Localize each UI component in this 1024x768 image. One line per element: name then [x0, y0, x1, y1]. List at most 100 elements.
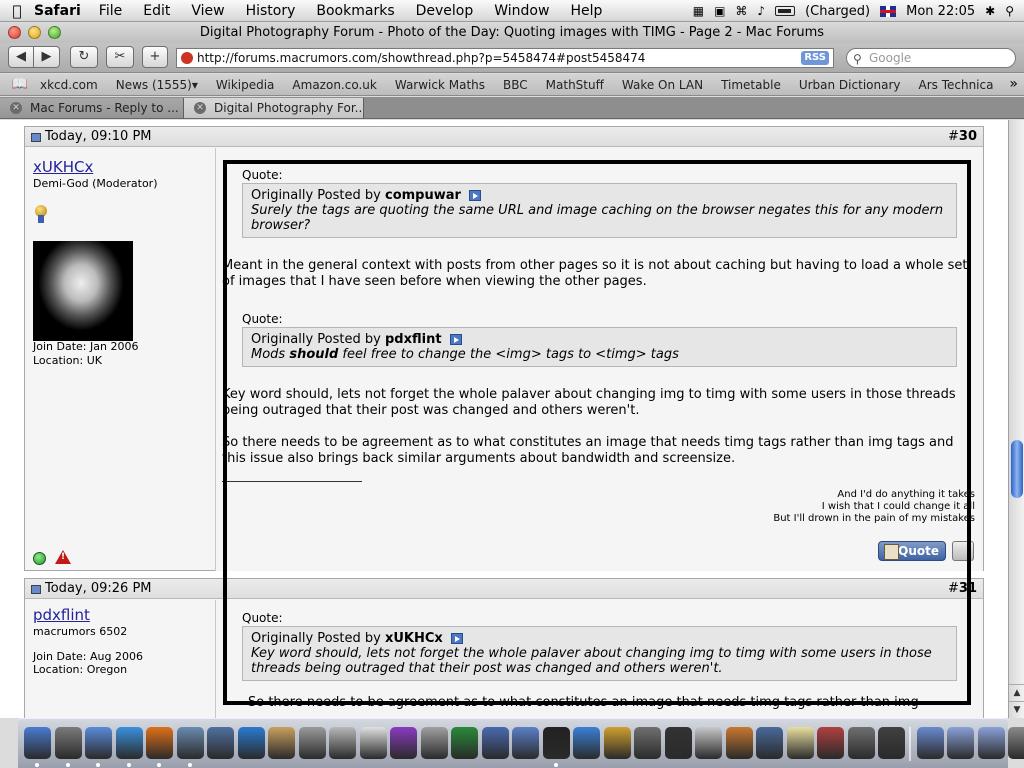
- zoom-window-button[interactable]: [48, 26, 61, 39]
- wifi-icon[interactable]: ⌘: [735, 4, 747, 18]
- network-icon[interactable]: [756, 727, 783, 759]
- vertical-scrollbar[interactable]: ▲ ▼: [1008, 120, 1024, 718]
- menu-help[interactable]: Help: [570, 3, 602, 19]
- rss-button[interactable]: RSS: [801, 51, 829, 65]
- bookmark-mathstuff[interactable]: MathStuff: [546, 78, 604, 92]
- multi-quote-button[interactable]: [952, 541, 974, 561]
- reload-button[interactable]: ↻: [70, 46, 98, 68]
- iphoto-icon[interactable]: [207, 727, 234, 759]
- bookmark-timetable[interactable]: Timetable: [721, 78, 781, 92]
- quote-button[interactable]: Quote: [878, 541, 946, 561]
- display-icon[interactable]: ▣: [714, 4, 725, 18]
- itunes-purple-icon[interactable]: [390, 727, 417, 759]
- close-tab-icon[interactable]: ✕: [10, 102, 22, 114]
- menu-history[interactable]: History: [246, 3, 296, 19]
- finder-icon[interactable]: [24, 727, 51, 767]
- latex-icon[interactable]: [329, 727, 356, 759]
- ical-icon[interactable]: [359, 727, 387, 759]
- scroll-down-arrow-icon[interactable]: ▼: [1009, 701, 1024, 718]
- close-window-button[interactable]: [8, 26, 21, 39]
- address-url[interactable]: http://forums.macrumors.com/showthread.p…: [197, 51, 645, 65]
- lock-icon[interactable]: [878, 727, 905, 759]
- menu-clock[interactable]: Mon 22:05: [906, 4, 975, 19]
- stuffit-icon[interactable]: [817, 727, 844, 759]
- menu-develop[interactable]: Develop: [416, 3, 474, 19]
- view-post-arrow-icon[interactable]: [450, 633, 463, 644]
- menu-bookmarks[interactable]: Bookmarks: [316, 3, 394, 19]
- firefox-icon[interactable]: [146, 727, 173, 767]
- apple-menu-icon[interactable]: : [0, 2, 34, 20]
- bookmark-bbc[interactable]: BBC: [503, 78, 528, 92]
- chart-icon[interactable]: [512, 727, 539, 759]
- bookmark-wake-on-lan[interactable]: Wake On LAN: [622, 78, 703, 92]
- more-bookmarks-chevron-icon[interactable]: »: [1009, 76, 1018, 92]
- sticky-icon[interactable]: [786, 727, 814, 759]
- xcode-icon[interactable]: [481, 727, 509, 759]
- memory-monitor-icon[interactable]: ▦: [693, 4, 704, 18]
- username-link[interactable]: pdxflint: [33, 606, 215, 624]
- scroll-up-arrow-icon[interactable]: ▲: [1009, 684, 1024, 701]
- volume-icon[interactable]: ♪: [757, 4, 765, 18]
- join-date: Join Date: Aug 2006: [33, 650, 143, 663]
- username-link[interactable]: xUKHCx: [33, 158, 215, 176]
- add-bookmark-button[interactable]: +: [142, 46, 168, 68]
- menu-edit[interactable]: Edit: [143, 3, 170, 19]
- address-book-icon[interactable]: [268, 727, 295, 759]
- close-tab-icon[interactable]: ✕: [194, 102, 206, 114]
- dictionary-icon[interactable]: [725, 727, 753, 759]
- quicktime-icon[interactable]: [298, 727, 326, 759]
- tab-digital-photography[interactable]: ✕ Digital Photography For...: [184, 98, 364, 118]
- grapher-icon[interactable]: [451, 727, 478, 759]
- view-post-arrow-icon[interactable]: [449, 334, 462, 345]
- dashboard-icon[interactable]: [54, 727, 82, 767]
- forum-post: Today, 09:26 PM #31 pdxflint macrumors 6…: [24, 578, 984, 718]
- terminal-icon[interactable]: [542, 727, 570, 767]
- crop-icon[interactable]: [847, 727, 875, 759]
- post-number-link[interactable]: #31: [948, 579, 977, 599]
- tab-mac-forums-reply[interactable]: ✕ Mac Forums - Reply to ...: [0, 98, 184, 118]
- mail-icon[interactable]: [176, 727, 204, 767]
- menu-window[interactable]: Window: [494, 3, 549, 19]
- post-number-link[interactable]: #30: [948, 127, 977, 147]
- bookmark-warwick-maths[interactable]: Warwick Maths: [395, 78, 485, 92]
- pages-icon[interactable]: [603, 727, 631, 759]
- preview-icon[interactable]: [85, 727, 112, 767]
- minimize-window-button[interactable]: [28, 26, 41, 39]
- downloads-folder-icon[interactable]: [977, 727, 1005, 759]
- search-input[interactable]: ⚲ Google: [846, 48, 1016, 68]
- text-icon[interactable]: [695, 727, 722, 759]
- bluetooth-icon[interactable]: ✱: [985, 4, 995, 18]
- snippet-button[interactable]: ✂: [106, 46, 134, 68]
- scrollbar-thumb[interactable]: [1011, 440, 1023, 498]
- show-all-bookmarks-icon[interactable]: 📖: [0, 77, 40, 92]
- report-post-icon[interactable]: [55, 550, 71, 564]
- bookmark-urban-dictionary[interactable]: Urban Dictionary: [799, 78, 901, 92]
- bookmark-xkcd[interactable]: xkcd.com: [40, 78, 98, 92]
- user-rank: macrumors 6502: [33, 625, 128, 638]
- bookmark-ars-technica[interactable]: Ars Technica: [918, 78, 993, 92]
- documents-folder-icon[interactable]: [947, 727, 974, 759]
- forward-button[interactable]: ▶: [34, 46, 60, 68]
- menu-app-name[interactable]: Safari: [34, 3, 81, 19]
- menu-file[interactable]: File: [99, 3, 122, 19]
- menu-view[interactable]: View: [191, 3, 224, 19]
- console-icon[interactable]: [664, 727, 692, 759]
- spotlight-search-icon[interactable]: ⚲: [1005, 4, 1014, 18]
- back-button[interactable]: ◀: [8, 46, 34, 68]
- avatar[interactable]: [33, 241, 133, 341]
- trash-icon[interactable]: [1008, 727, 1024, 759]
- sync-icon[interactable]: [420, 727, 448, 759]
- itunes-icon[interactable]: [237, 727, 265, 759]
- bookmark-news-folder[interactable]: News (1555)▾: [116, 78, 198, 92]
- textedit-icon[interactable]: [573, 727, 600, 759]
- view-post-arrow-icon[interactable]: [469, 190, 482, 201]
- address-bar[interactable]: http://forums.macrumors.com/showthread.p…: [176, 48, 834, 68]
- input-source-flag-icon[interactable]: [880, 5, 897, 17]
- applications-folder-icon[interactable]: [916, 727, 944, 759]
- battery-icon[interactable]: [775, 6, 796, 16]
- bookmark-wikipedia[interactable]: Wikipedia: [216, 78, 275, 92]
- battery-status[interactable]: (Charged): [805, 4, 870, 19]
- books-icon[interactable]: [634, 727, 661, 759]
- bookmark-amazon[interactable]: Amazon.co.uk: [292, 78, 376, 92]
- safari-icon[interactable]: [115, 727, 143, 767]
